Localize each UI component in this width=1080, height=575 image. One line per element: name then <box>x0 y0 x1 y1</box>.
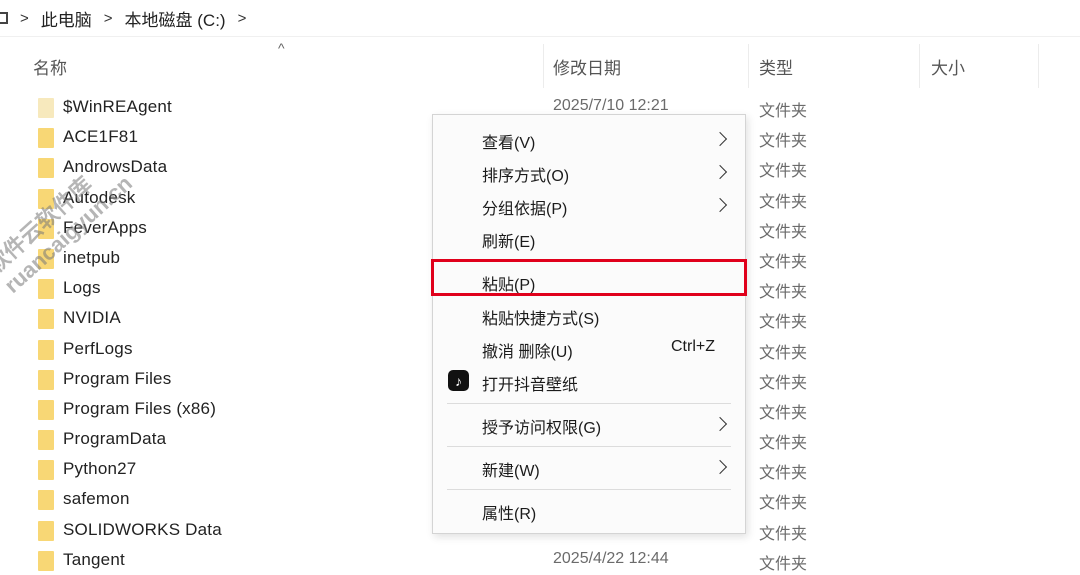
file-type: 文件夹 <box>759 133 808 151</box>
menu-item-undo-delete[interactable]: 撤消 删除(U) Ctrl+Z <box>433 334 745 364</box>
menu-item-open-douyin-wallpaper[interactable]: ♪ 打开抖音壁纸 <box>433 367 745 397</box>
menu-item-new[interactable]: 新建(W) <box>433 453 745 483</box>
file-name: Logs <box>63 278 101 298</box>
drive-icon <box>0 12 8 24</box>
menu-item-label: 新建(W) <box>482 463 540 480</box>
menu-item-label: 粘贴快捷方式(S) <box>482 311 600 328</box>
file-name: ProgramData <box>63 429 167 449</box>
menu-divider <box>447 489 731 490</box>
chevron-right-icon <box>712 416 728 432</box>
context-menu: 查看(V) 排序方式(O) 分组依据(P) 刷新(E) 粘贴(P) 粘贴快捷方式… <box>431 114 747 534</box>
column-divider[interactable] <box>748 44 749 88</box>
menu-item-give-access[interactable]: 授予访问权限(G) <box>433 410 745 440</box>
folder-icon <box>38 399 54 420</box>
menu-item-properties[interactable]: 属性(R) <box>433 496 745 526</box>
folder-icon <box>38 430 54 451</box>
breadcrumb-item-this-pc[interactable]: 此电脑 <box>41 6 92 31</box>
file-type: 文件夹 <box>759 253 808 271</box>
file-name: inetpub <box>63 247 121 267</box>
file-type: 文件夹 <box>759 525 808 543</box>
file-row[interactable]: Tangent 2025/4/22 12:44 文件夹 <box>0 546 1080 575</box>
file-explorer-window: > 此电脑 > 本地磁盘 (C:) > ^ 名称 修改日期 类型 大小 $Win… <box>0 0 1080 575</box>
menu-divider <box>447 403 731 404</box>
chevron-right-icon[interactable]: > <box>238 10 247 27</box>
chevron-right-icon <box>712 459 728 475</box>
file-type: 文件夹 <box>759 404 808 422</box>
menu-item-label: 撤消 删除(U) <box>482 344 573 361</box>
file-name: Program Files <box>63 368 172 388</box>
file-name: safemon <box>63 489 130 509</box>
column-header-name[interactable]: 名称 <box>33 44 543 88</box>
folder-icon <box>38 460 54 481</box>
folder-icon <box>38 98 54 118</box>
menu-item-label: 查看(V) <box>482 135 536 152</box>
file-type: 文件夹 <box>759 103 808 120</box>
menu-item-label: 授予访问权限(G) <box>482 420 602 437</box>
column-header-date[interactable]: 修改日期 <box>553 44 748 88</box>
breadcrumb-item-local-disk[interactable]: 本地磁盘 (C:) <box>125 6 226 31</box>
chevron-right-icon <box>712 197 728 213</box>
file-type: 文件夹 <box>759 284 808 302</box>
file-type: 文件夹 <box>759 314 808 332</box>
folder-icon <box>38 490 54 511</box>
file-type: 文件夹 <box>759 495 808 513</box>
file-type: 文件夹 <box>759 223 808 241</box>
folder-icon <box>38 369 54 390</box>
file-type: 文件夹 <box>759 435 808 453</box>
folder-icon <box>38 158 54 179</box>
menu-item-label: 打开抖音壁纸 <box>482 377 579 394</box>
folder-icon <box>38 279 54 300</box>
menu-item-sort-by[interactable]: 排序方式(O) <box>433 158 745 188</box>
file-name: NVIDIA <box>63 308 121 328</box>
menu-item-paste-shortcut[interactable]: 粘贴快捷方式(S) <box>433 301 745 331</box>
folder-icon <box>38 309 54 330</box>
column-header-type[interactable]: 类型 <box>759 44 919 88</box>
tiktok-icon: ♪ <box>448 370 469 391</box>
file-type: 文件夹 <box>759 163 808 181</box>
column-header-size[interactable]: 大小 <box>931 44 1031 88</box>
chevron-right-icon <box>712 164 728 180</box>
file-date: 2025/4/22 12:44 <box>553 549 669 567</box>
column-divider[interactable] <box>1038 44 1039 88</box>
menu-item-view[interactable]: 查看(V) <box>433 125 745 155</box>
folder-icon <box>38 128 54 149</box>
chevron-right-icon: > <box>20 9 29 27</box>
menu-item-label: 刷新(E) <box>482 234 536 251</box>
menu-divider <box>447 446 731 447</box>
file-type: 文件夹 <box>759 344 808 362</box>
column-divider[interactable] <box>919 44 920 88</box>
file-type: 文件夹 <box>759 193 808 211</box>
column-divider[interactable] <box>543 44 544 88</box>
menu-item-label: 属性(R) <box>482 506 537 523</box>
folder-icon <box>38 339 54 360</box>
menu-item-refresh[interactable]: 刷新(E) <box>433 224 745 254</box>
menu-item-accelerator: Ctrl+Z <box>671 338 715 355</box>
file-name: SOLIDWORKS Data <box>63 519 222 539</box>
file-type: 文件夹 <box>759 555 808 573</box>
menu-item-label: 排序方式(O) <box>482 168 570 185</box>
folder-icon <box>38 550 54 571</box>
file-name: Tangent <box>63 549 125 569</box>
chevron-right-icon <box>712 131 728 147</box>
breadcrumb: > 此电脑 > 本地磁盘 (C:) > <box>0 0 1080 37</box>
file-name: PerfLogs <box>63 338 133 358</box>
folder-icon <box>38 520 54 541</box>
menu-item-group-by[interactable]: 分组依据(P) <box>433 191 745 221</box>
file-date: 2025/7/10 12:21 <box>553 97 669 114</box>
file-type: 文件夹 <box>759 465 808 483</box>
file-name: Python27 <box>63 459 137 479</box>
file-type: 文件夹 <box>759 374 808 392</box>
highlight-box <box>431 259 747 296</box>
chevron-right-icon: > <box>103 9 113 27</box>
file-name: Program Files (x86) <box>63 398 217 418</box>
menu-item-label: 分组依据(P) <box>482 201 568 218</box>
